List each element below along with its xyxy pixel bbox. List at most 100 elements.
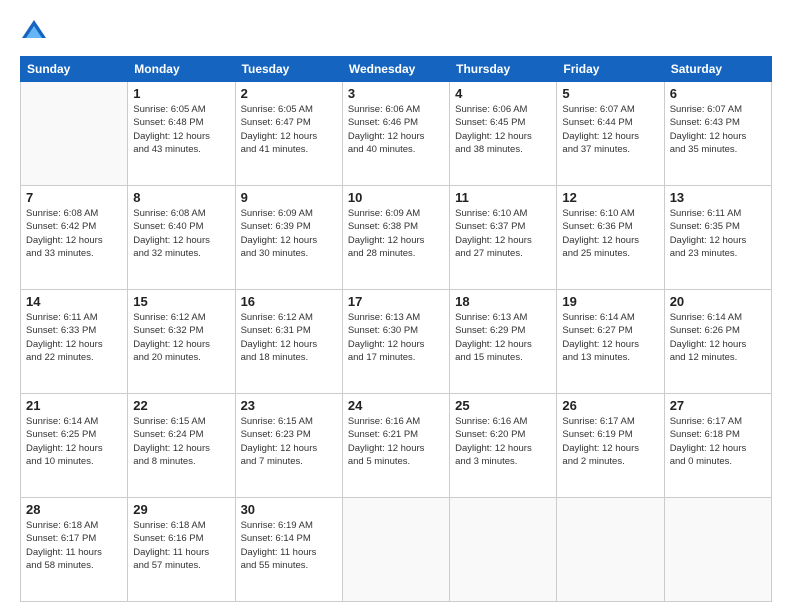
- day-number: 12: [562, 190, 658, 205]
- day-info: Sunrise: 6:19 AMSunset: 6:14 PMDaylight:…: [241, 519, 337, 572]
- calendar-cell: 17 Sunrise: 6:13 AMSunset: 6:30 PMDayligh…: [342, 290, 449, 394]
- weekday-header: Wednesday: [342, 57, 449, 82]
- weekday-header: Sunday: [21, 57, 128, 82]
- day-info: Sunrise: 6:14 AMSunset: 6:26 PMDaylight:…: [670, 311, 766, 364]
- day-number: 27: [670, 398, 766, 413]
- day-info: Sunrise: 6:05 AMSunset: 6:47 PMDaylight:…: [241, 103, 337, 156]
- day-info: Sunrise: 6:07 AMSunset: 6:43 PMDaylight:…: [670, 103, 766, 156]
- day-number: 2: [241, 86, 337, 101]
- day-info: Sunrise: 6:16 AMSunset: 6:20 PMDaylight:…: [455, 415, 551, 468]
- day-info: Sunrise: 6:15 AMSunset: 6:24 PMDaylight:…: [133, 415, 229, 468]
- day-info: Sunrise: 6:06 AMSunset: 6:45 PMDaylight:…: [455, 103, 551, 156]
- day-info: Sunrise: 6:11 AMSunset: 6:35 PMDaylight:…: [670, 207, 766, 260]
- day-info: Sunrise: 6:13 AMSunset: 6:29 PMDaylight:…: [455, 311, 551, 364]
- day-number: 14: [26, 294, 122, 309]
- day-number: 4: [455, 86, 551, 101]
- weekday-header: Friday: [557, 57, 664, 82]
- day-info: Sunrise: 6:16 AMSunset: 6:21 PMDaylight:…: [348, 415, 444, 468]
- header: [20, 18, 772, 46]
- day-info: Sunrise: 6:06 AMSunset: 6:46 PMDaylight:…: [348, 103, 444, 156]
- day-info: Sunrise: 6:05 AMSunset: 6:48 PMDaylight:…: [133, 103, 229, 156]
- day-info: Sunrise: 6:09 AMSunset: 6:38 PMDaylight:…: [348, 207, 444, 260]
- day-number: 6: [670, 86, 766, 101]
- calendar-cell: 4 Sunrise: 6:06 AMSunset: 6:45 PMDaylight…: [450, 82, 557, 186]
- day-info: Sunrise: 6:07 AMSunset: 6:44 PMDaylight:…: [562, 103, 658, 156]
- day-number: 10: [348, 190, 444, 205]
- day-info: Sunrise: 6:17 AMSunset: 6:19 PMDaylight:…: [562, 415, 658, 468]
- calendar-cell: 29 Sunrise: 6:18 AMSunset: 6:16 PMDayligh…: [128, 498, 235, 602]
- calendar-body: 1 Sunrise: 6:05 AMSunset: 6:48 PMDaylight…: [21, 82, 772, 602]
- day-info: Sunrise: 6:17 AMSunset: 6:18 PMDaylight:…: [670, 415, 766, 468]
- calendar-week-row: 14 Sunrise: 6:11 AMSunset: 6:33 PMDayligh…: [21, 290, 772, 394]
- day-number: 24: [348, 398, 444, 413]
- calendar-cell: 10 Sunrise: 6:09 AMSunset: 6:38 PMDayligh…: [342, 186, 449, 290]
- day-info: Sunrise: 6:18 AMSunset: 6:16 PMDaylight:…: [133, 519, 229, 572]
- logo-icon: [20, 18, 48, 46]
- calendar-cell: 28 Sunrise: 6:18 AMSunset: 6:17 PMDayligh…: [21, 498, 128, 602]
- calendar-cell: 9 Sunrise: 6:09 AMSunset: 6:39 PMDaylight…: [235, 186, 342, 290]
- weekday-header: Monday: [128, 57, 235, 82]
- calendar-cell: [557, 498, 664, 602]
- calendar-week-row: 1 Sunrise: 6:05 AMSunset: 6:48 PMDaylight…: [21, 82, 772, 186]
- calendar-cell: 14 Sunrise: 6:11 AMSunset: 6:33 PMDayligh…: [21, 290, 128, 394]
- day-number: 22: [133, 398, 229, 413]
- calendar-cell: [21, 82, 128, 186]
- logo: [20, 18, 52, 46]
- day-number: 16: [241, 294, 337, 309]
- calendar-cell: 30 Sunrise: 6:19 AMSunset: 6:14 PMDayligh…: [235, 498, 342, 602]
- day-number: 21: [26, 398, 122, 413]
- calendar-cell: 12 Sunrise: 6:10 AMSunset: 6:36 PMDayligh…: [557, 186, 664, 290]
- day-number: 9: [241, 190, 337, 205]
- day-number: 17: [348, 294, 444, 309]
- calendar-cell: 19 Sunrise: 6:14 AMSunset: 6:27 PMDayligh…: [557, 290, 664, 394]
- day-info: Sunrise: 6:18 AMSunset: 6:17 PMDaylight:…: [26, 519, 122, 572]
- day-number: 26: [562, 398, 658, 413]
- day-info: Sunrise: 6:12 AMSunset: 6:31 PMDaylight:…: [241, 311, 337, 364]
- calendar-cell: [450, 498, 557, 602]
- calendar-cell: 15Sunrise: 6:12 AMSunset: 6:32 PMDayligh…: [128, 290, 235, 394]
- calendar-cell: 11 Sunrise: 6:10 AMSunset: 6:37 PMDayligh…: [450, 186, 557, 290]
- day-number: 29: [133, 502, 229, 517]
- calendar-cell: 8 Sunrise: 6:08 AMSunset: 6:40 PMDaylight…: [128, 186, 235, 290]
- day-info: Sunrise: 6:10 AMSunset: 6:36 PMDaylight:…: [562, 207, 658, 260]
- day-number: 1: [133, 86, 229, 101]
- calendar-cell: [342, 498, 449, 602]
- calendar-cell: 7Sunrise: 6:08 AMSunset: 6:42 PMDaylight…: [21, 186, 128, 290]
- day-number: 30: [241, 502, 337, 517]
- calendar-cell: 23 Sunrise: 6:15 AMSunset: 6:23 PMDayligh…: [235, 394, 342, 498]
- calendar-cell: 13 Sunrise: 6:11 AMSunset: 6:35 PMDayligh…: [664, 186, 771, 290]
- day-info: Sunrise: 6:08 AMSunset: 6:42 PMDaylight:…: [26, 207, 122, 260]
- calendar-cell: [664, 498, 771, 602]
- calendar-table: SundayMondayTuesdayWednesdayThursdayFrid…: [20, 56, 772, 602]
- day-number: 11: [455, 190, 551, 205]
- day-number: 19: [562, 294, 658, 309]
- day-info: Sunrise: 6:15 AMSunset: 6:23 PMDaylight:…: [241, 415, 337, 468]
- day-number: 8: [133, 190, 229, 205]
- calendar-cell: 6 Sunrise: 6:07 AMSunset: 6:43 PMDaylight…: [664, 82, 771, 186]
- calendar-header: SundayMondayTuesdayWednesdayThursdayFrid…: [21, 57, 772, 82]
- calendar-cell: 20 Sunrise: 6:14 AMSunset: 6:26 PMDayligh…: [664, 290, 771, 394]
- day-info: Sunrise: 6:09 AMSunset: 6:39 PMDaylight:…: [241, 207, 337, 260]
- day-info: Sunrise: 6:14 AMSunset: 6:27 PMDaylight:…: [562, 311, 658, 364]
- calendar-week-row: 7Sunrise: 6:08 AMSunset: 6:42 PMDaylight…: [21, 186, 772, 290]
- day-number: 20: [670, 294, 766, 309]
- calendar-cell: 3 Sunrise: 6:06 AMSunset: 6:46 PMDaylight…: [342, 82, 449, 186]
- day-number: 23: [241, 398, 337, 413]
- calendar-cell: 24 Sunrise: 6:16 AMSunset: 6:21 PMDayligh…: [342, 394, 449, 498]
- day-info: Sunrise: 6:14 AMSunset: 6:25 PMDaylight:…: [26, 415, 122, 468]
- day-info: Sunrise: 6:12 AMSunset: 6:32 PMDaylight:…: [133, 311, 229, 364]
- calendar-cell: 25Sunrise: 6:16 AMSunset: 6:20 PMDayligh…: [450, 394, 557, 498]
- calendar-cell: 16 Sunrise: 6:12 AMSunset: 6:31 PMDayligh…: [235, 290, 342, 394]
- day-info: Sunrise: 6:13 AMSunset: 6:30 PMDaylight:…: [348, 311, 444, 364]
- weekday-row: SundayMondayTuesdayWednesdayThursdayFrid…: [21, 57, 772, 82]
- day-number: 3: [348, 86, 444, 101]
- day-number: 13: [670, 190, 766, 205]
- day-info: Sunrise: 6:08 AMSunset: 6:40 PMDaylight:…: [133, 207, 229, 260]
- day-number: 18: [455, 294, 551, 309]
- calendar-cell: 22 Sunrise: 6:15 AMSunset: 6:24 PMDayligh…: [128, 394, 235, 498]
- day-number: 28: [26, 502, 122, 517]
- day-info: Sunrise: 6:11 AMSunset: 6:33 PMDaylight:…: [26, 311, 122, 364]
- calendar-week-row: 28 Sunrise: 6:18 AMSunset: 6:17 PMDayligh…: [21, 498, 772, 602]
- day-info: Sunrise: 6:10 AMSunset: 6:37 PMDaylight:…: [455, 207, 551, 260]
- calendar-cell: 26 Sunrise: 6:17 AMSunset: 6:19 PMDayligh…: [557, 394, 664, 498]
